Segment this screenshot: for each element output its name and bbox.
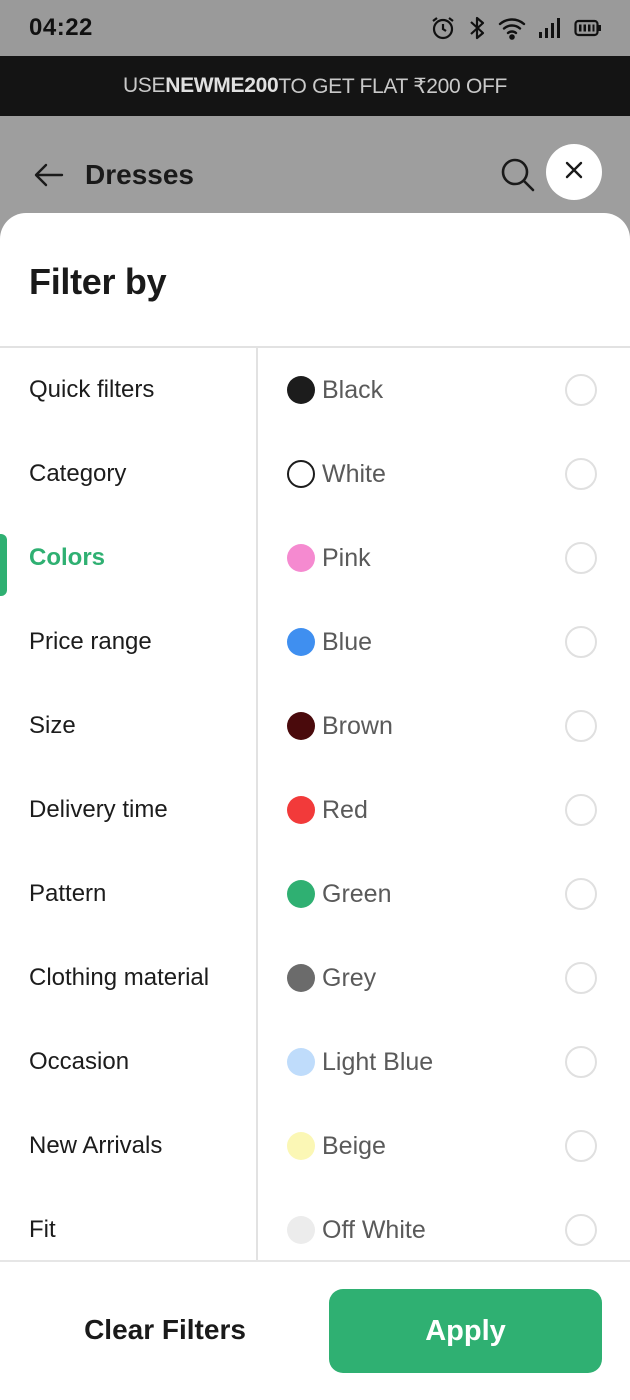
color-label: Black	[322, 375, 384, 404]
promo-prefix: USE	[122, 74, 166, 97]
color-option-grey[interactable]: Grey	[260, 936, 630, 1020]
color-radio[interactable]	[565, 962, 597, 994]
color-option-white[interactable]: White	[260, 432, 630, 516]
color-label: Beige	[322, 1131, 386, 1160]
bluetooth-icon	[468, 15, 486, 41]
color-swatch	[287, 1048, 315, 1076]
category-colors[interactable]: Colors	[0, 516, 256, 600]
status-bar: 04:22	[0, 0, 630, 56]
color-option-brown[interactable]: Brown	[260, 684, 630, 768]
close-button[interactable]	[546, 144, 602, 200]
color-option-pink[interactable]: Pink	[260, 516, 630, 600]
color-label: Pink	[322, 543, 371, 572]
sheet-title: Filter by	[29, 261, 167, 302]
color-swatch	[287, 460, 315, 488]
color-radio[interactable]	[565, 1046, 597, 1078]
alarm-icon	[430, 15, 456, 41]
category-new-arrivals[interactable]: New Arrivals	[0, 1104, 256, 1188]
status-time: 04:22	[29, 14, 93, 41]
category-quick-filters[interactable]: Quick filters	[0, 348, 256, 432]
color-swatch	[287, 376, 315, 404]
color-radio[interactable]	[565, 794, 597, 826]
color-options: Black White Pink Blue Brown Red Green Gr…	[260, 348, 630, 1260]
color-label: Grey	[322, 963, 377, 992]
back-arrow-icon[interactable]	[32, 158, 66, 192]
battery-icon	[574, 18, 602, 38]
filter-footer: Clear Filters Apply	[0, 1260, 630, 1400]
search-icon[interactable]	[499, 156, 537, 194]
color-radio[interactable]	[565, 1130, 597, 1162]
color-radio[interactable]	[565, 458, 597, 490]
color-label: Light Blue	[322, 1047, 434, 1076]
color-swatch	[287, 712, 315, 740]
category-category[interactable]: Category	[0, 432, 256, 516]
app-header: Dresses	[0, 116, 630, 228]
color-radio[interactable]	[565, 710, 597, 742]
color-option-off-white[interactable]: Off White	[260, 1188, 630, 1260]
clear-filters-button[interactable]: Clear Filters	[30, 1288, 300, 1372]
filter-sheet: Filter by Quick filters Category Colors …	[0, 213, 630, 1400]
color-label: Brown	[322, 711, 393, 740]
color-option-green[interactable]: Green	[260, 852, 630, 936]
color-option-red[interactable]: Red	[260, 768, 630, 852]
color-radio[interactable]	[565, 542, 597, 574]
wifi-icon	[498, 16, 526, 40]
category-pattern[interactable]: Pattern	[0, 852, 256, 936]
signal-icon	[538, 17, 562, 39]
color-option-black[interactable]: Black	[260, 348, 630, 432]
color-label: Off White	[322, 1215, 426, 1244]
color-radio[interactable]	[565, 1214, 597, 1246]
promo-banner[interactable]: USE NEWME200 TO GET FLAT ₹200 OFF	[0, 56, 630, 116]
category-clothing-material[interactable]: Clothing material	[0, 936, 256, 1020]
color-swatch	[287, 628, 315, 656]
color-label: Green	[322, 879, 392, 908]
color-label: Blue	[322, 627, 373, 656]
color-option-light-blue[interactable]: Light Blue	[260, 1020, 630, 1104]
color-swatch	[287, 880, 315, 908]
category-occasion[interactable]: Occasion	[0, 1020, 256, 1104]
color-label: White	[322, 459, 386, 488]
promo-code: NEWME200	[165, 74, 279, 97]
category-price-range[interactable]: Price range	[0, 600, 256, 684]
category-fit[interactable]: Fit	[0, 1188, 256, 1260]
close-icon	[563, 159, 585, 186]
page-title: Dresses	[85, 159, 194, 190]
color-radio[interactable]	[565, 878, 597, 910]
color-swatch	[287, 544, 315, 572]
color-swatch	[287, 1216, 315, 1244]
promo-suffix: TO GET FLAT ₹200 OFF	[278, 74, 508, 98]
apply-button[interactable]: Apply	[329, 1289, 602, 1373]
color-label: Red	[322, 795, 368, 824]
category-delivery-time[interactable]: Delivery time	[0, 768, 256, 852]
color-option-blue[interactable]: Blue	[260, 600, 630, 684]
color-radio[interactable]	[565, 374, 597, 406]
color-swatch	[287, 1132, 315, 1160]
color-radio[interactable]	[565, 626, 597, 658]
status-icons	[430, 15, 602, 41]
color-swatch	[287, 796, 315, 824]
color-swatch	[287, 964, 315, 992]
category-size[interactable]: Size	[0, 684, 256, 768]
filter-categories: Quick filters Category Colors Price rang…	[0, 348, 258, 1260]
color-option-beige[interactable]: Beige	[260, 1104, 630, 1188]
